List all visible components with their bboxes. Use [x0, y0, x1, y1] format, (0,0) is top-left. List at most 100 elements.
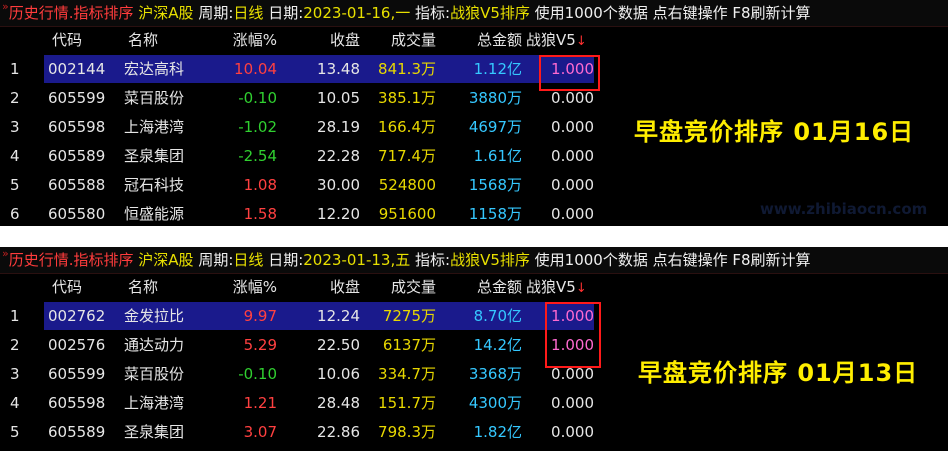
- corner-arrow-icon: »: [2, 0, 9, 13]
- stock-name: 通达动力: [124, 336, 185, 354]
- volume: 151.7万: [378, 394, 436, 412]
- table-row[interactable]: 2 605599 菜百股份 -0.10 10.05 385.1万 3880万 0.000: [0, 84, 948, 112]
- table-header: 代码 名称 涨幅% 收盘 成交量 总金额 战狼V5↓: [0, 273, 948, 301]
- zhanlang-value: 0.000: [551, 118, 594, 136]
- date-value[interactable]: 2023-01-16,一: [303, 4, 410, 22]
- close-price: 13.48: [317, 60, 360, 78]
- stock-code: 002576: [48, 336, 106, 354]
- table-row[interactable]: 4 605598 上海港湾 1.21 28.48 151.7万 4300万 0.000: [0, 389, 948, 417]
- volume: 385.1万: [378, 89, 436, 107]
- change-percent: 5.29: [243, 336, 277, 354]
- table-row[interactable]: 1 002762 金发拉比 9.97 12.24 7275万 8.70亿 1.000: [0, 302, 948, 330]
- close-price: 22.86: [317, 423, 360, 441]
- total-amount: 4300万: [468, 394, 522, 412]
- change-percent: 3.07: [243, 423, 277, 441]
- stock-name: 菜百股份: [124, 365, 185, 383]
- header-code[interactable]: 代码: [52, 273, 124, 301]
- header-name[interactable]: 名称: [128, 273, 218, 301]
- total-amount: 4697万: [468, 118, 522, 136]
- volume: 951600: [378, 205, 436, 223]
- close-price: 12.20: [317, 205, 360, 223]
- date-label: 日期:: [268, 4, 304, 22]
- stock-name: 圣泉集团: [124, 147, 185, 165]
- date-label: 日期:: [268, 251, 304, 269]
- volume: 6137万: [382, 336, 436, 354]
- table-row[interactable]: 5 605588 冠石科技 1.08 30.00 524800 1568万 0.000: [0, 171, 948, 199]
- row-index: 4: [10, 394, 20, 412]
- indicator-value[interactable]: 战狼V5排序: [450, 4, 530, 22]
- info-text: 使用1000个数据 点右键操作 F8刷新计算: [534, 251, 811, 269]
- caption-0113: 早盘竞价排序 01月13日: [638, 359, 919, 387]
- header-volume[interactable]: 成交量: [366, 273, 436, 301]
- date-value[interactable]: 2023-01-13,五: [303, 251, 410, 269]
- close-price: 22.50: [317, 336, 360, 354]
- change-percent: -0.10: [238, 89, 277, 107]
- close-price: 10.06: [317, 365, 360, 383]
- total-amount: 1.82亿: [473, 423, 522, 441]
- header-zhanlang[interactable]: 战狼V5↓: [526, 273, 592, 301]
- volume: 717.4万: [378, 147, 436, 165]
- sort-down-icon: ↓: [575, 281, 587, 296]
- header-volume[interactable]: 成交量: [366, 26, 436, 54]
- close-price: 28.48: [317, 394, 360, 412]
- header-zhanlang[interactable]: 战狼V5↓: [526, 26, 592, 54]
- caption-0116: 早盘竞价排序 01月16日: [634, 118, 915, 146]
- row-index: 4: [10, 147, 20, 165]
- total-amount: 1158万: [468, 205, 522, 223]
- period-value[interactable]: 日线: [233, 251, 263, 269]
- row-index: 1: [10, 307, 20, 325]
- header-change[interactable]: 涨幅%: [215, 26, 277, 54]
- stock-name: 圣泉集团: [124, 423, 185, 441]
- panel-title-bar: »历史行情.指标排序 沪深A股 周期:日线 日期:2023-01-13,五 指标…: [0, 247, 948, 274]
- volume: 841.3万: [378, 60, 436, 78]
- title-prefix: 历史行情.指标排序: [8, 4, 134, 22]
- watermark: www.zhibiaocn.com: [760, 200, 928, 218]
- stock-name: 上海港湾: [124, 118, 185, 136]
- row-index: 2: [10, 336, 20, 354]
- row-index: 6: [10, 205, 20, 223]
- row-index: 3: [10, 365, 20, 383]
- header-code[interactable]: 代码: [52, 26, 124, 54]
- stock-code: 605598: [48, 118, 106, 136]
- header-amount[interactable]: 总金额: [448, 273, 522, 301]
- stock-code: 605589: [48, 147, 106, 165]
- table-row[interactable]: 5 605589 圣泉集团 3.07 22.86 798.3万 1.82亿 0.000: [0, 418, 948, 446]
- change-percent: 9.97: [243, 307, 277, 325]
- header-change[interactable]: 涨幅%: [215, 273, 277, 301]
- zhanlang-value: 0.000: [551, 394, 594, 412]
- header-name[interactable]: 名称: [128, 26, 218, 54]
- table-row[interactable]: 1 002144 宏达高科 10.04 13.48 841.3万 1.12亿 1.000: [0, 55, 948, 83]
- sort-down-icon: ↓: [575, 34, 587, 49]
- indicator-value[interactable]: 战狼V5排序: [450, 251, 530, 269]
- stock-code: 605599: [48, 89, 106, 107]
- change-percent: -0.10: [238, 365, 277, 383]
- header-close[interactable]: 收盘: [300, 26, 360, 54]
- ranking-panel-0113: »历史行情.指标排序 沪深A股 周期:日线 日期:2023-01-13,五 指标…: [0, 247, 948, 451]
- highlight-box: [539, 55, 600, 91]
- change-percent: -1.02: [238, 118, 277, 136]
- market-label[interactable]: 沪深A股: [138, 4, 193, 22]
- total-amount: 14.2亿: [473, 336, 522, 354]
- header-close[interactable]: 收盘: [300, 273, 360, 301]
- volume: 166.4万: [378, 118, 436, 136]
- change-percent: 10.04: [234, 60, 277, 78]
- highlight-box: [545, 302, 601, 368]
- total-amount: 1568万: [468, 176, 522, 194]
- stock-code: 002144: [48, 60, 106, 78]
- volume: 7275万: [382, 307, 436, 325]
- info-text: 使用1000个数据 点右键操作 F8刷新计算: [534, 4, 811, 22]
- row-index: 3: [10, 118, 20, 136]
- total-amount: 8.70亿: [473, 307, 522, 325]
- panel-title-bar: »历史行情.指标排序 沪深A股 周期:日线 日期:2023-01-16,一 指标…: [0, 0, 948, 27]
- stock-name: 宏达高科: [124, 60, 185, 78]
- header-amount[interactable]: 总金额: [448, 26, 522, 54]
- stock-name: 金发拉比: [124, 307, 185, 325]
- market-label[interactable]: 沪深A股: [138, 251, 193, 269]
- zhanlang-value: 0.000: [551, 176, 594, 194]
- period-value[interactable]: 日线: [233, 4, 263, 22]
- close-price: 22.28: [317, 147, 360, 165]
- total-amount: 1.12亿: [473, 60, 522, 78]
- total-amount: 3880万: [468, 89, 522, 107]
- change-percent: -2.54: [238, 147, 277, 165]
- change-percent: 1.21: [243, 394, 277, 412]
